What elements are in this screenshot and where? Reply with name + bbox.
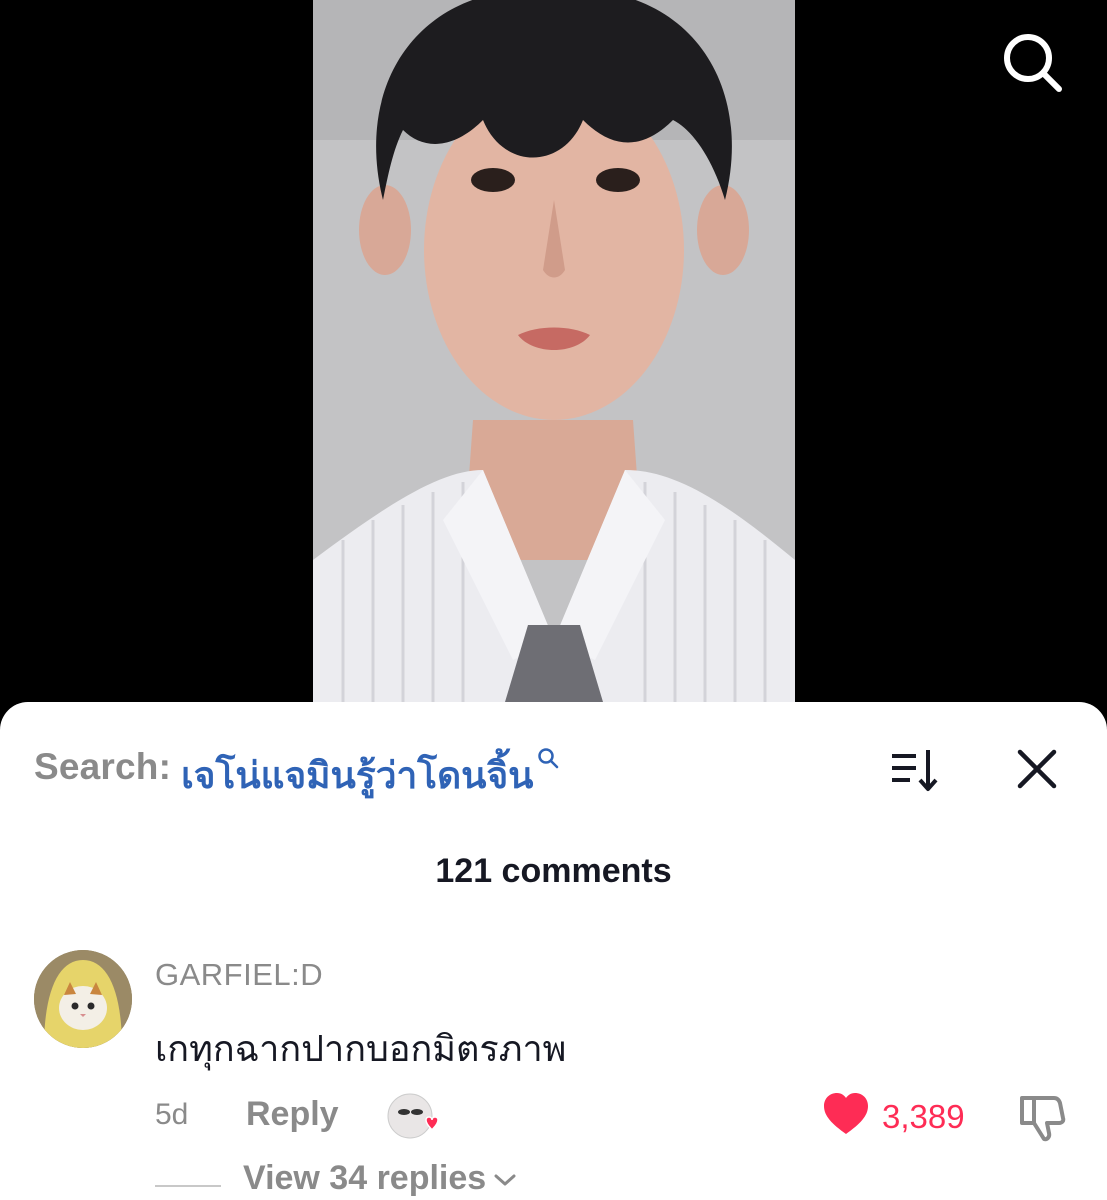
close-icon[interactable]: [1014, 746, 1060, 792]
comment-timestamp: 5d: [155, 1098, 189, 1131]
comment-username[interactable]: GARFIEL:D: [155, 957, 323, 993]
chevron-down-icon: [492, 1159, 518, 1198]
search-icon: [536, 746, 560, 775]
dislike-icon[interactable]: [1016, 1092, 1066, 1142]
reply-button[interactable]: Reply: [246, 1095, 339, 1134]
video-thumbnail[interactable]: [313, 0, 795, 702]
creator-liked-icon: [386, 1092, 442, 1140]
video-photo: [313, 0, 795, 702]
heart-icon: [822, 1092, 870, 1141]
like-button[interactable]: 3,389: [822, 1092, 965, 1141]
search-prefix-label: Search:: [34, 746, 172, 787]
video-area[interactable]: [0, 0, 1107, 720]
comments-sheet: Search: เจโน่แจมินรู้ว่าโดนจิ้น 121 comm…: [0, 702, 1107, 1200]
replies-divider: [155, 1185, 221, 1187]
comment-count: 121 comments: [435, 852, 672, 890]
view-replies-label: View 34 replies: [243, 1159, 487, 1197]
view-replies-button[interactable]: View 34 replies: [243, 1159, 518, 1198]
comment-text: เกทุกฉากปากบอกมิตรภาพ: [155, 1028, 567, 1069]
comment-search-bar[interactable]: Search: เจโน่แจมินรู้ว่าโดนจิ้น: [34, 746, 560, 796]
avatar[interactable]: [34, 950, 132, 1048]
like-count: 3,389: [882, 1097, 965, 1135]
sort-icon[interactable]: [888, 746, 940, 794]
search-query-link[interactable]: เจโน่แจมินรู้ว่าโดนจิ้น: [181, 746, 533, 805]
search-icon[interactable]: [1000, 30, 1064, 94]
